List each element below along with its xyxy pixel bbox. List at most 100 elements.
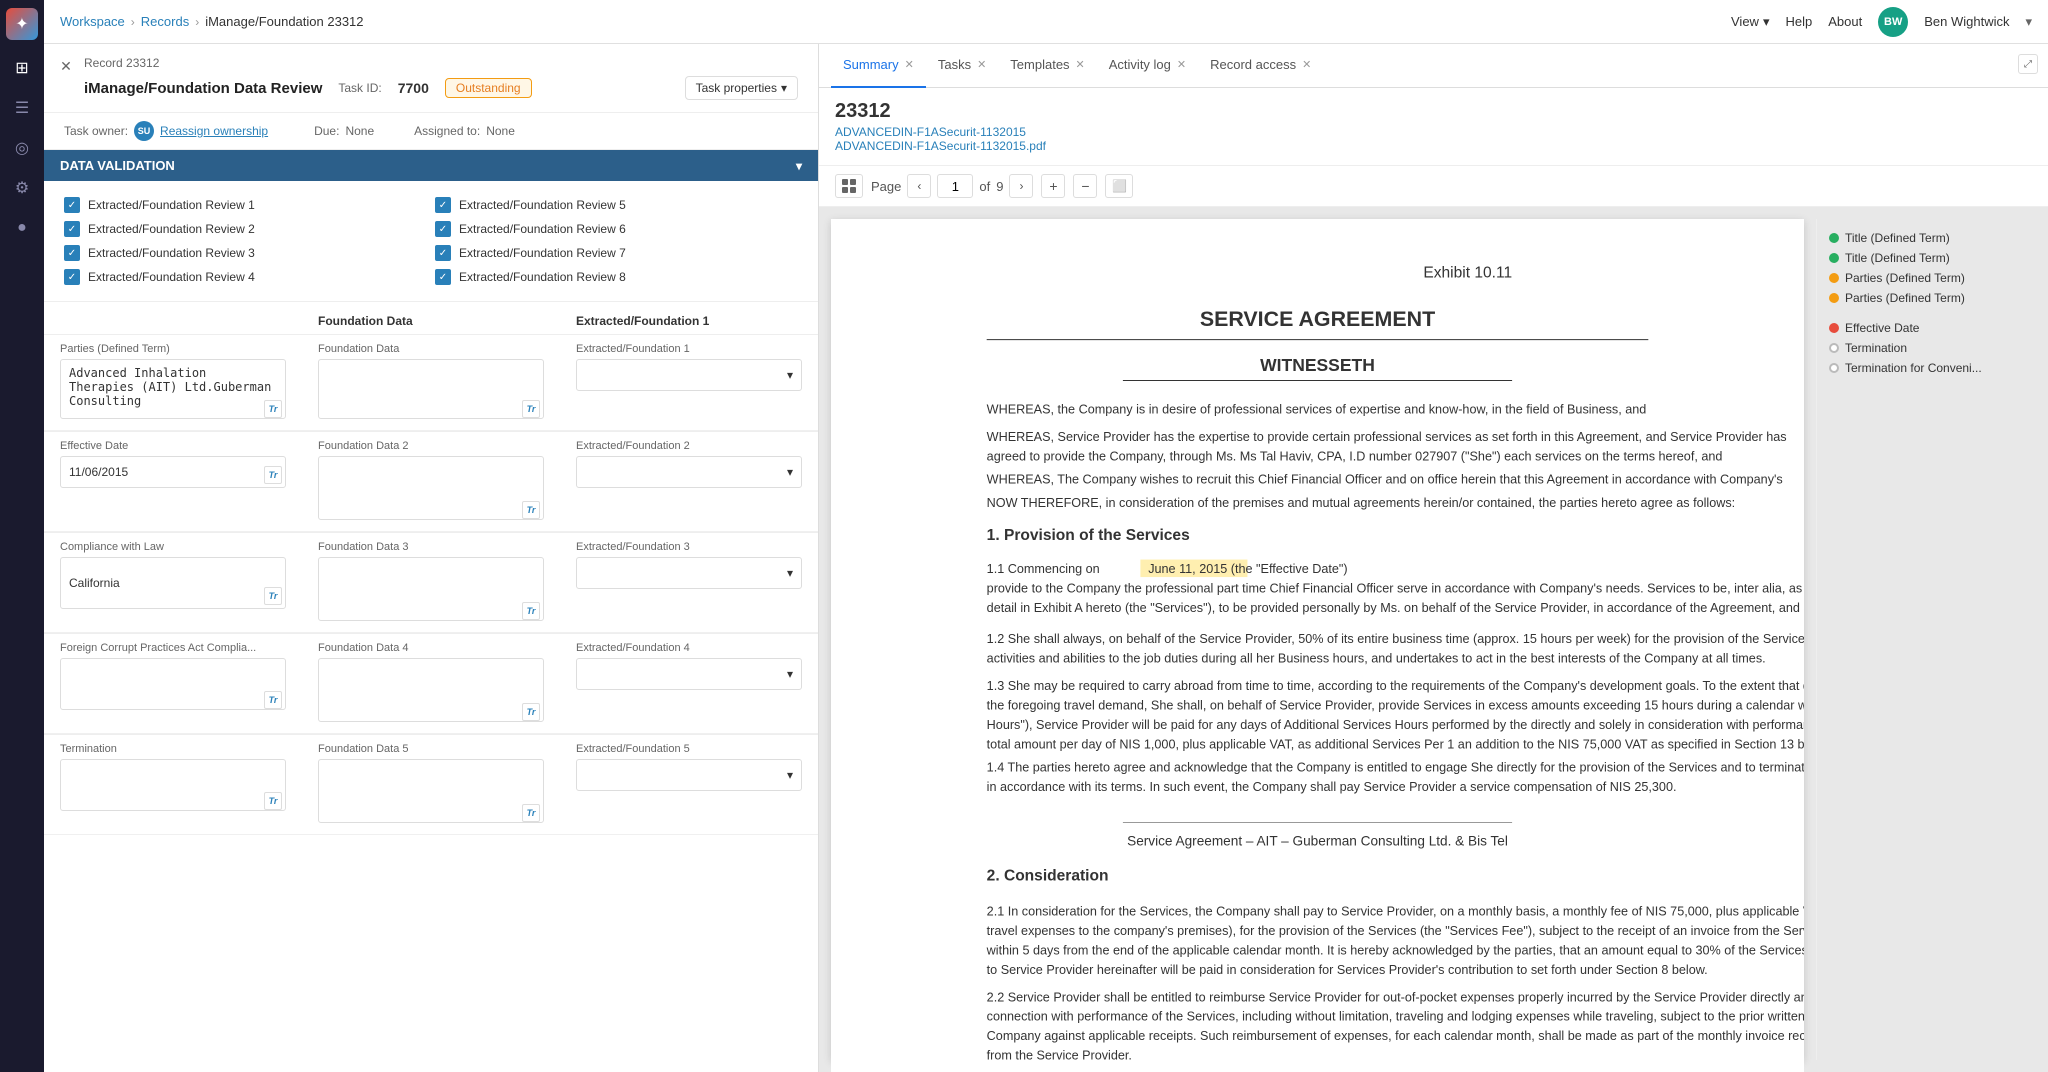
doc-filename[interactable]: ADVANCEDIN-F1ASecurit-1132015.pdf xyxy=(835,139,2032,153)
fd5-tr-icon[interactable]: Tr xyxy=(522,804,540,822)
extracted-2-dropdown[interactable]: ▾ xyxy=(576,456,802,488)
foundation-data-4-label: Foundation Data 4 xyxy=(318,642,544,654)
maximize-button[interactable]: ⤢ xyxy=(2018,54,2038,74)
checkbox-item-1[interactable]: Extracted/Foundation Review 1 xyxy=(64,197,427,213)
next-page-button[interactable]: › xyxy=(1009,174,1033,198)
foundation-data-4-field: Foundation Data 4 Tr xyxy=(302,634,560,734)
breadcrumb-workspace[interactable]: Workspace xyxy=(60,14,125,29)
fd4-tr-icon[interactable]: Tr xyxy=(522,703,540,721)
tab-summary-close[interactable]: ✕ xyxy=(905,58,914,71)
fd3-tr-icon[interactable]: Tr xyxy=(522,602,540,620)
fit-page-button[interactable]: ⬜ xyxy=(1105,174,1133,198)
checkbox-7[interactable] xyxy=(435,245,451,261)
task-properties-button[interactable]: Task properties ▾ xyxy=(685,76,798,100)
foundation-data-3-input[interactable] xyxy=(318,557,544,621)
checkbox-1[interactable] xyxy=(64,197,80,213)
doc-link-1[interactable]: ADVANCEDIN-F1ASecurit-1132015 xyxy=(835,125,2032,139)
checkbox-item-6[interactable]: Extracted/Foundation Review 6 xyxy=(435,221,798,237)
tab-tasks[interactable]: Tasks ✕ xyxy=(926,44,998,88)
tab-activity-log[interactable]: Activity log ✕ xyxy=(1097,44,1198,88)
parties-label: Parties (Defined Term) xyxy=(60,343,286,355)
annotation-parties-2-label: Parties (Defined Term) xyxy=(1845,291,1965,305)
fd2-tr-icon[interactable]: Tr xyxy=(522,501,540,519)
zoom-out-button[interactable]: − xyxy=(1073,174,1097,198)
checkbox-item-3[interactable]: Extracted/Foundation Review 3 xyxy=(64,245,427,261)
annotation-title-1: Title (Defined Term) xyxy=(1829,231,2024,245)
svg-text:1.4 The parties hereto agre: 1.4 The parties hereto agree and acknowl… xyxy=(987,761,1804,775)
svg-text:June 11, 2015 (the "Effective: June 11, 2015 (the "Effective Date") xyxy=(1148,562,1347,576)
checkbox-item-4[interactable]: Extracted/Foundation Review 4 xyxy=(64,269,427,285)
page-of: of xyxy=(979,179,990,194)
sidebar-item-home[interactable]: ⊞ xyxy=(6,52,38,84)
checkbox-6[interactable] xyxy=(435,221,451,237)
sidebar-item-settings[interactable]: ⚙ xyxy=(6,172,38,204)
parties-tr-icon[interactable]: Tr xyxy=(264,400,282,418)
tab-templates-close[interactable]: ✕ xyxy=(1076,58,1085,71)
user-avatar[interactable]: BW xyxy=(1878,7,1908,37)
extracted-4-dropdown[interactable]: ▾ xyxy=(576,658,802,690)
checkbox-item-2[interactable]: Extracted/Foundation Review 2 xyxy=(64,221,427,237)
compliance-input[interactable]: California xyxy=(60,557,286,609)
doc-scroll-area[interactable]: Exhibit 10.11 SERVICE AGREEMENT WITNESSE… xyxy=(819,207,2048,1072)
page-label: Page xyxy=(871,179,901,194)
zoom-in-button[interactable]: + xyxy=(1041,174,1065,198)
fd1-tr-icon[interactable]: Tr xyxy=(522,400,540,418)
tab-record-access[interactable]: Record access ✕ xyxy=(1198,44,1323,88)
checkbox-2[interactable] xyxy=(64,221,80,237)
svg-text:from the Service Provider.: from the Service Provider. xyxy=(987,1049,1132,1063)
checkbox-item-5[interactable]: Extracted/Foundation Review 5 xyxy=(435,197,798,213)
close-button[interactable]: ✕ xyxy=(56,56,76,76)
checkbox-item-8[interactable]: Extracted/Foundation Review 8 xyxy=(435,269,798,285)
app-logo[interactable]: ✦ xyxy=(6,8,38,40)
help-link[interactable]: Help xyxy=(1785,14,1812,29)
about-link[interactable]: About xyxy=(1828,14,1862,29)
fd2-wrap: Tr xyxy=(318,456,544,523)
annotation-group-dates: Effective Date Termination Termination f… xyxy=(1829,321,2024,375)
foundation-data-2-input[interactable] xyxy=(318,456,544,520)
breadcrumb-sep-1: › xyxy=(131,15,135,29)
termination-tr-icon[interactable]: Tr xyxy=(264,792,282,810)
compliance-tr-icon[interactable]: Tr xyxy=(264,587,282,605)
sidebar-item-list[interactable]: ☰ xyxy=(6,92,38,124)
checkbox-5[interactable] xyxy=(435,197,451,213)
view-dropdown[interactable]: View ▾ xyxy=(1731,14,1769,30)
parties-input[interactable]: Advanced Inhalation Therapies (AIT) Ltd.… xyxy=(60,359,286,419)
sidebar: ✦ ⊞ ☰ ◎ ⚙ ● xyxy=(0,0,44,1072)
dot-red-1 xyxy=(1829,323,1839,333)
reassign-link[interactable]: Reassign ownership xyxy=(160,124,268,138)
foreign-input[interactable] xyxy=(60,658,286,710)
checkbox-8[interactable] xyxy=(435,269,451,285)
tab-activity-log-close[interactable]: ✕ xyxy=(1177,58,1186,71)
svg-text:NOW THEREFORE, in consideratio: NOW THEREFORE, in consideration of the p… xyxy=(987,496,1736,510)
checkbox-item-7[interactable]: Extracted/Foundation Review 7 xyxy=(435,245,798,261)
tab-record-access-close[interactable]: ✕ xyxy=(1302,58,1311,71)
foreign-tr-icon[interactable]: Tr xyxy=(264,691,282,709)
data-validation-header[interactable]: DATA VALIDATION ▾ xyxy=(44,150,818,181)
foundation-data-4-input[interactable] xyxy=(318,658,544,722)
effective-date-input[interactable]: 11/06/2015 xyxy=(60,456,286,488)
doc-info: 23312 ADVANCEDIN-F1ASecurit-1132015 ADVA… xyxy=(819,88,2048,166)
sidebar-item-tasks[interactable]: ◎ xyxy=(6,132,38,164)
checkbox-3[interactable] xyxy=(64,245,80,261)
page-input[interactable] xyxy=(937,174,973,198)
tab-templates[interactable]: Templates ✕ xyxy=(998,44,1096,88)
svg-text:SERVICE AGREEMENT: SERVICE AGREEMENT xyxy=(1200,307,1435,331)
total-pages: 9 xyxy=(996,179,1003,194)
effective-date-field: Effective Date 11/06/2015 Tr xyxy=(44,432,302,532)
tab-summary[interactable]: Summary ✕ xyxy=(831,44,926,88)
termination-field: Termination Tr xyxy=(44,735,302,835)
extracted-1-dropdown[interactable]: ▾ xyxy=(576,359,802,391)
effective-tr-icon[interactable]: Tr xyxy=(264,466,282,484)
extracted-3-dropdown[interactable]: ▾ xyxy=(576,557,802,589)
extracted-5-dropdown[interactable]: ▾ xyxy=(576,759,802,791)
tab-tasks-close[interactable]: ✕ xyxy=(977,58,986,71)
foundation-data-1-input[interactable] xyxy=(318,359,544,419)
termination-input[interactable] xyxy=(60,759,286,811)
checkbox-4[interactable] xyxy=(64,269,80,285)
foundation-data-5-input[interactable] xyxy=(318,759,544,823)
sidebar-item-profile[interactable]: ● xyxy=(6,212,38,244)
svg-text:1.2 She shall always, on be: 1.2 She shall always, on behalf of the S… xyxy=(987,632,1804,646)
breadcrumb-records[interactable]: Records xyxy=(141,14,189,29)
view-grid-icon[interactable] xyxy=(835,174,863,198)
prev-page-button[interactable]: ‹ xyxy=(907,174,931,198)
